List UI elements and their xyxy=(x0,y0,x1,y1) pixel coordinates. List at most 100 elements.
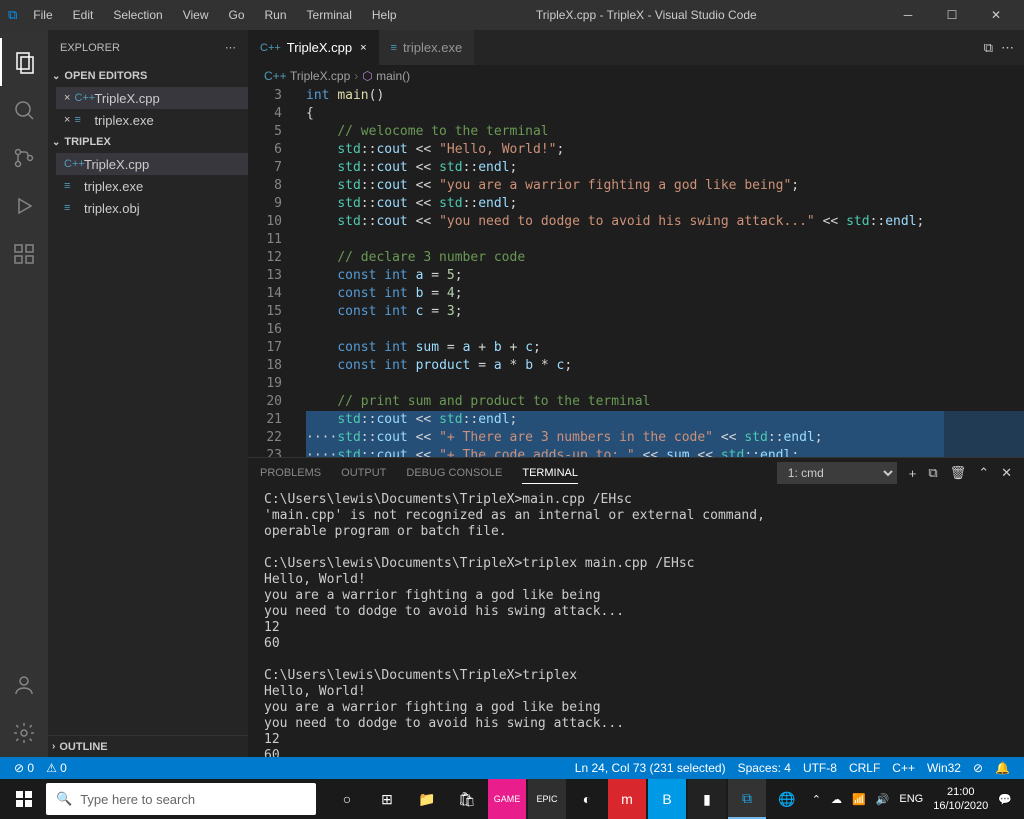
status-item[interactable]: 🔔 xyxy=(989,761,1016,775)
editor-tab[interactable]: ≡triplex.exe xyxy=(379,30,475,65)
sidebar-more-icon[interactable]: ⋯ xyxy=(225,41,236,54)
extensions-icon[interactable] xyxy=(0,230,48,278)
notifications-icon[interactable]: 💬 xyxy=(998,793,1012,806)
status-item[interactable]: ⊘ 0 xyxy=(8,761,40,775)
steam-icon[interactable]: ◐ xyxy=(568,779,606,819)
maximize-button[interactable]: ☐ xyxy=(932,8,972,22)
open-editors-header[interactable]: ⌄ OPEN EDITORS xyxy=(48,65,248,87)
taskbar-search[interactable]: 🔍 Type here to search xyxy=(46,783,316,815)
menu-go[interactable]: Go xyxy=(221,4,253,26)
code-line[interactable]: const int product = a * b * c; xyxy=(306,357,1024,375)
code-line[interactable]: int main() xyxy=(306,87,1024,105)
new-terminal-icon[interactable]: + xyxy=(909,466,917,481)
vscode-taskbar-icon[interactable]: ⧉ xyxy=(728,779,766,819)
code-line[interactable]: const int sum = a + b + c; xyxy=(306,339,1024,357)
code-line[interactable]: ····std::cout << "+ There are 3 numbers … xyxy=(306,429,1024,447)
project-header[interactable]: ⌄ TRIPLEX xyxy=(48,131,248,153)
status-item[interactable]: Spaces: 4 xyxy=(732,761,797,775)
tree-item[interactable]: ≡triplex.exe xyxy=(56,175,248,197)
run-debug-icon[interactable] xyxy=(0,182,48,230)
task-view-icon[interactable]: ⊞ xyxy=(368,779,406,819)
code-line[interactable] xyxy=(306,231,1024,249)
menu-run[interactable]: Run xyxy=(257,4,295,26)
chevron-up-icon[interactable]: ⌃ xyxy=(978,465,989,481)
breadcrumb-symbol[interactable]: main() xyxy=(376,69,410,83)
store-icon[interactable]: 🛍 xyxy=(448,779,486,819)
minimize-button[interactable]: ─ xyxy=(888,8,928,22)
code-line[interactable] xyxy=(306,321,1024,339)
language-icon[interactable]: ENG xyxy=(899,793,923,805)
outline-header[interactable]: › OUTLINE xyxy=(48,735,248,757)
start-button[interactable] xyxy=(4,779,44,819)
split-terminal-icon[interactable]: ⧉ xyxy=(928,465,937,481)
panel-tab-debug-console[interactable]: DEBUG CONSOLE xyxy=(406,463,502,483)
open-editor-item[interactable]: ×≡triplex.exe xyxy=(56,109,248,131)
terminal-select[interactable]: 1: cmd xyxy=(777,462,897,484)
code-line[interactable]: { xyxy=(306,105,1024,123)
code-line[interactable]: ····std::cout << "+ The code adds-up to:… xyxy=(306,447,1024,457)
code-line[interactable]: // declare 3 number code xyxy=(306,249,1024,267)
code-line[interactable]: std::cout << std::endl; xyxy=(306,195,1024,213)
status-item[interactable]: UTF-8 xyxy=(797,761,843,775)
code-line[interactable]: // welocome to the terminal xyxy=(306,123,1024,141)
open-editor-item[interactable]: ×C++TripleX.cpp xyxy=(56,87,248,109)
code-line[interactable]: std::cout << "you are a warrior fighting… xyxy=(306,177,1024,195)
menu-view[interactable]: View xyxy=(175,4,217,26)
more-actions-icon[interactable]: ⋯ xyxy=(1001,40,1014,56)
terminal-output[interactable]: C:\Users\lewis\Documents\TripleX>main.cp… xyxy=(248,488,1024,757)
close-tab-icon[interactable]: × xyxy=(360,42,366,54)
breadcrumbs[interactable]: C++ TripleX.cpp › ⬡ main() xyxy=(248,65,1024,87)
menu-file[interactable]: File xyxy=(25,4,60,26)
tree-item[interactable]: C++TripleX.cpp xyxy=(56,153,248,175)
volume-icon[interactable]: 🔊 xyxy=(876,793,890,806)
settings-icon[interactable] xyxy=(0,709,48,757)
code-line[interactable] xyxy=(306,375,1024,393)
epic-games-icon[interactable]: EPIC xyxy=(528,779,566,819)
code-line[interactable]: std::cout << std::endl; xyxy=(306,411,1024,429)
source-control-icon[interactable] xyxy=(0,134,48,182)
megasync-icon[interactable]: m xyxy=(608,779,646,819)
code-line[interactable]: std::cout << "Hello, World!"; xyxy=(306,141,1024,159)
code-line[interactable]: const int c = 3; xyxy=(306,303,1024,321)
panel-tab-output[interactable]: OUTPUT xyxy=(341,463,386,483)
close-icon[interactable]: × xyxy=(64,114,70,126)
app-icon[interactable]: B xyxy=(648,779,686,819)
status-item[interactable]: ⊘ xyxy=(967,761,989,775)
explorer-icon[interactable] xyxy=(0,38,48,86)
wifi-icon[interactable]: 📶 xyxy=(852,793,866,806)
gamebar-icon[interactable]: GAME xyxy=(488,779,526,819)
panel-tab-problems[interactable]: PROBLEMS xyxy=(260,463,321,483)
panel-tab-terminal[interactable]: TERMINAL xyxy=(522,463,578,484)
close-icon[interactable]: × xyxy=(64,92,70,104)
tree-item[interactable]: ≡triplex.obj xyxy=(56,197,248,219)
cmd-icon[interactable]: ▮ xyxy=(688,779,726,819)
status-item[interactable]: Ln 24, Col 73 (231 selected) xyxy=(569,761,732,775)
chrome-icon[interactable]: 🌐 xyxy=(768,779,806,819)
menu-edit[interactable]: Edit xyxy=(65,4,102,26)
code-line[interactable]: const int a = 5; xyxy=(306,267,1024,285)
menu-selection[interactable]: Selection xyxy=(105,4,170,26)
search-icon[interactable] xyxy=(0,86,48,134)
close-panel-icon[interactable]: ✕ xyxy=(1001,465,1012,481)
cortana-icon[interactable]: ○ xyxy=(328,779,366,819)
minimap[interactable] xyxy=(944,87,1024,457)
status-item[interactable]: Win32 xyxy=(921,761,967,775)
code-editor[interactable]: 3456789101112131415161718192021222324252… xyxy=(248,87,1024,457)
trash-icon[interactable]: 🗑 xyxy=(950,465,967,481)
menu-terminal[interactable]: Terminal xyxy=(299,4,360,26)
code-line[interactable]: // print sum and product to the terminal xyxy=(306,393,1024,411)
status-item[interactable]: CRLF xyxy=(843,761,886,775)
editor-tab[interactable]: C++TripleX.cpp× xyxy=(248,30,379,65)
code-line[interactable]: std::cout << "you need to dodge to avoid… xyxy=(306,213,1024,231)
onedrive-icon[interactable]: ☁ xyxy=(831,793,842,806)
menu-help[interactable]: Help xyxy=(364,4,405,26)
tray-chevron-icon[interactable]: ⌃ xyxy=(812,793,821,806)
close-button[interactable]: ✕ xyxy=(976,8,1016,22)
split-editor-icon[interactable]: ⧉ xyxy=(984,40,993,56)
account-icon[interactable] xyxy=(0,661,48,709)
taskbar-clock[interactable]: 21:00 16/10/2020 xyxy=(933,785,988,813)
file-explorer-icon[interactable]: 📁 xyxy=(408,779,446,819)
status-item[interactable]: ⚠ 0 xyxy=(40,761,73,775)
status-item[interactable]: C++ xyxy=(886,761,921,775)
code-line[interactable]: const int b = 4; xyxy=(306,285,1024,303)
